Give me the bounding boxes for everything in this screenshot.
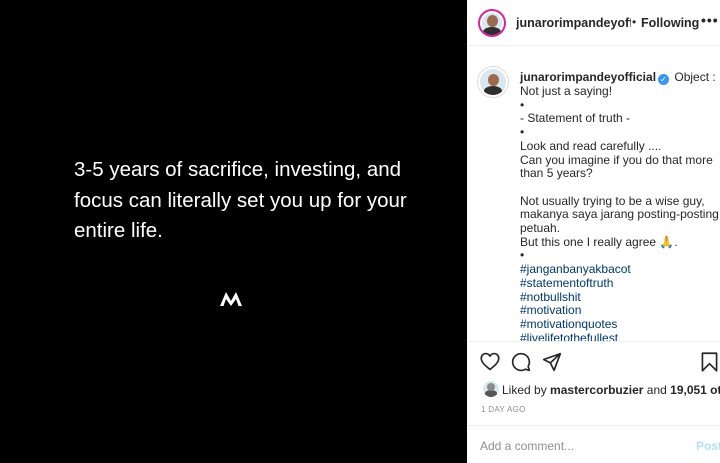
caption-username[interactable]: junarorimpandeyofficial <box>520 70 656 84</box>
hashtag-link[interactable]: #livelifetothefullest <box>520 331 715 341</box>
caption-line: • <box>520 125 525 140</box>
more-dots-icon[interactable]: ••• <box>701 12 719 28</box>
avatar[interactable] <box>478 67 508 97</box>
caption-line: Look and read carefully .... <box>520 138 662 153</box>
m-logo-icon <box>220 292 242 306</box>
comment-input[interactable]: Add a comment... <box>480 439 574 453</box>
caption-line: But this one I really agree 🙏. <box>520 234 678 249</box>
comment-box: Add a comment... Post <box>467 425 720 463</box>
caption-line: than 5 years? <box>520 166 593 181</box>
likes-count-link[interactable]: 19,051 others <box>670 383 720 397</box>
quote-line: focus can literally set you up for your <box>74 188 407 212</box>
caption-line: Can you imagine if you do that more <box>520 152 713 167</box>
post-button[interactable]: Post <box>696 439 720 453</box>
caption-line: - Statement of truth - <box>520 111 631 126</box>
hashtag-link[interactable]: #notbullshit <box>520 290 715 305</box>
hashtag-link[interactable]: #motivationquotes <box>520 317 715 332</box>
verified-badge-icon: ✓ <box>658 74 670 85</box>
liked-by-user-link[interactable]: mastercorbuzier <box>550 383 643 397</box>
caption-line: Not just a saying! <box>520 84 613 98</box>
post-header: junarorimpandeyofficial • Following ••• <box>467 0 720 46</box>
caption-area: junarorimpandeyofficial ✓ Object : Not ju… <box>467 47 720 342</box>
separator-dot: • <box>632 15 637 29</box>
likes-joiner: and <box>646 383 667 397</box>
caption-line: petuah. <box>520 221 561 236</box>
hashtag-link[interactable]: #motivation <box>520 304 715 318</box>
heart-icon[interactable] <box>480 352 500 371</box>
header-username[interactable]: junarorimpandeyofficial <box>516 16 631 30</box>
following-button[interactable]: Following <box>641 16 699 30</box>
caption-line: makanya saya jarang posting-posting <box>520 207 719 222</box>
caption-first-text: Object : <box>674 70 716 84</box>
quote-line: 3-5 years of sacrifice, investing, and <box>74 158 402 181</box>
hashtag-link[interactable]: #janganbanyakbacot <box>520 262 715 277</box>
action-bar <box>467 350 720 378</box>
quote-text: 3-5 years of sacrifice, investing, and f… <box>74 155 424 247</box>
bookmark-icon[interactable] <box>701 352 718 372</box>
quote-line: entire life. <box>74 219 163 242</box>
likes-summary: Liked by mastercorbuzier and 19,051 othe… <box>483 381 720 399</box>
caption-text: junarorimpandeyofficial ✓ Object : Not ju… <box>520 70 719 341</box>
avatar[interactable] <box>478 9 506 37</box>
avatar[interactable] <box>483 381 499 397</box>
share-icon[interactable] <box>542 352 562 372</box>
post-timestamp[interactable]: 1 DAY AGO <box>481 405 526 414</box>
comment-icon[interactable] <box>511 352 531 372</box>
caption-line: • <box>520 248 525 263</box>
hashtag-link[interactable]: #statementoftruth <box>520 276 715 291</box>
post-side-panel: junarorimpandeyofficial • Following ••• … <box>467 0 720 463</box>
post-media[interactable]: 3-5 years of sacrifice, investing, and f… <box>0 0 467 463</box>
likes-prefix: Liked by <box>502 383 547 397</box>
caption-line: • <box>520 97 525 112</box>
caption-line: Not usually trying to be a wise guy, <box>520 193 705 208</box>
